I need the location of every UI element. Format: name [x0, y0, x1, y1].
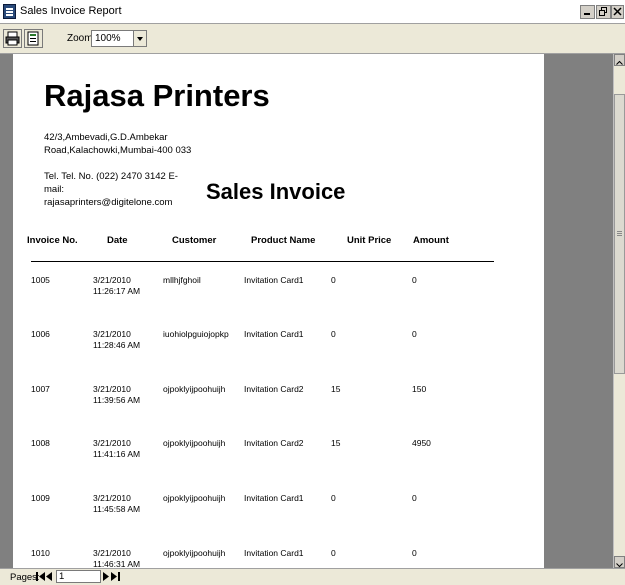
zoom-label: Zoom — [67, 33, 93, 44]
column-header-amount: Amount — [413, 235, 449, 246]
invoice-cell: 1005 — [31, 275, 50, 285]
invoice-cell: 1008 — [31, 438, 50, 448]
zoom-value: 100% — [95, 33, 121, 44]
product-cell: Invitation Card2 — [244, 438, 304, 448]
date-cell: 3/21/2010 11:26:17 AM — [93, 275, 141, 296]
company-address: 42/3,Ambevadi,G.D.Ambekar Road,Kalachowk… — [44, 131, 214, 157]
unit-price-cell: 0 — [331, 275, 336, 285]
table-row: 1010 3/21/2010 11:46:31 AM ojpoklyijpoohu… — [13, 548, 544, 568]
status-bar: Pages: 1 — [0, 568, 625, 585]
amount-cell: 4950 — [412, 438, 431, 448]
toolbar: Zoom 100% — [0, 24, 625, 54]
last-page-icon[interactable] — [111, 571, 120, 582]
customer-cell: ojpoklyijpoohuijh — [163, 384, 226, 394]
product-cell: Invitation Card1 — [244, 548, 304, 558]
print-button[interactable] — [3, 29, 22, 48]
amount-cell: 0 — [412, 329, 417, 339]
customer-cell: ojpoklyijpoohuijh — [163, 548, 226, 558]
column-header-customer: Customer — [172, 235, 217, 246]
date-cell: 3/21/2010 11:41:16 AM — [93, 438, 141, 459]
unit-price-cell: 0 — [331, 329, 336, 339]
product-cell: Invitation Card1 — [244, 493, 304, 503]
close-icon — [613, 7, 622, 16]
customer-cell: mllhjfghoil — [163, 275, 201, 285]
close-button[interactable] — [611, 5, 624, 19]
contact-line: Tel. Tel. No. (022) 2470 3142 E-mail: — [44, 171, 178, 195]
minimize-icon — [584, 13, 590, 15]
table-row: 1007 3/21/2010 11:39:56 AM ojpoklyijpoohu… — [13, 384, 544, 424]
table-row: 1005 3/21/2010 11:26:17 AM mllhjfghoil In… — [13, 275, 544, 315]
prev-page-icon[interactable] — [45, 571, 54, 582]
window-title: Sales Invoice Report — [20, 5, 122, 17]
scroll-thumb[interactable] — [614, 94, 625, 374]
header-divider — [31, 261, 494, 262]
minimize-button[interactable] — [580, 5, 595, 19]
export-button[interactable] — [24, 29, 43, 48]
report-icon — [3, 4, 16, 19]
invoice-cell: 1007 — [31, 384, 50, 394]
product-cell: Invitation Card1 — [244, 329, 304, 339]
address-line: 42/3,Ambevadi,G.D.Ambekar — [44, 132, 168, 143]
product-cell: Invitation Card2 — [244, 384, 304, 394]
column-header-unit-price: Unit Price — [347, 235, 392, 246]
printer-icon — [5, 31, 20, 46]
date-cell: 3/21/2010 11:46:31 AM — [93, 548, 141, 568]
report-viewer[interactable]: Rajasa Printers 42/3,Ambevadi,G.D.Ambeka… — [0, 54, 613, 568]
amount-cell: 0 — [412, 493, 417, 503]
date-cell: 3/21/2010 11:39:56 AM — [93, 384, 141, 405]
amount-cell: 0 — [412, 275, 417, 285]
scroll-down-button[interactable] — [614, 556, 625, 568]
restore-button[interactable] — [596, 5, 611, 19]
unit-price-cell: 15 — [331, 384, 341, 394]
contact-line: rajasaprinters@digitelone.com — [44, 197, 173, 208]
customer-cell: ojpoklyijpoohuijh — [163, 438, 226, 448]
company-name: Rajasa Printers — [44, 78, 270, 113]
table-row: 1008 3/21/2010 11:41:16 AM ojpoklyijpoohu… — [13, 438, 544, 478]
column-header-date: Date — [107, 235, 128, 246]
chevron-up-icon — [616, 60, 623, 65]
address-line: Road,Kalachowki,Mumbai-400 033 — [44, 145, 192, 156]
table-row: 1006 3/21/2010 11:28:46 AM iuohiolpguiojo… — [13, 329, 544, 369]
grip-icon — [617, 231, 622, 232]
unit-price-cell: 0 — [331, 493, 336, 503]
title-bar: Sales Invoice Report — [0, 0, 625, 24]
export-icon — [27, 31, 39, 46]
invoice-cell: 1009 — [31, 493, 50, 503]
chevron-down-icon[interactable] — [133, 31, 146, 46]
date-cell: 3/21/2010 11:28:46 AM — [93, 329, 141, 350]
company-contact: Tel. Tel. No. (022) 2470 3142 E-mail: ra… — [44, 170, 194, 209]
customer-cell: iuohiolpguiojopkp — [163, 329, 229, 339]
product-cell: Invitation Card1 — [244, 275, 304, 285]
column-header-product: Product Name — [251, 235, 316, 246]
zoom-dropdown[interactable]: 100% — [91, 30, 147, 47]
restore-icon — [599, 7, 607, 16]
scroll-up-button[interactable] — [614, 54, 625, 66]
next-page-icon[interactable] — [102, 571, 111, 582]
amount-cell: 0 — [412, 548, 417, 558]
vertical-scrollbar[interactable] — [613, 54, 625, 568]
report-page: Rajasa Printers 42/3,Ambevadi,G.D.Ambeka… — [13, 54, 544, 568]
amount-cell: 150 — [412, 384, 427, 394]
customer-cell: ojpoklyijpoohuijh — [163, 493, 226, 503]
table-row: 1009 3/21/2010 11:45:58 AM ojpoklyijpoohu… — [13, 493, 544, 533]
date-cell: 3/21/2010 11:45:58 AM — [93, 493, 141, 514]
report-title: Sales Invoice — [206, 179, 346, 204]
invoice-cell: 1006 — [31, 329, 50, 339]
column-header-invoice: Invoice No. — [27, 235, 78, 246]
unit-price-cell: 0 — [331, 548, 336, 558]
first-page-icon[interactable] — [36, 571, 45, 582]
invoice-cell: 1010 — [31, 548, 50, 558]
unit-price-cell: 15 — [331, 438, 341, 448]
page-number-input[interactable]: 1 — [56, 570, 101, 583]
